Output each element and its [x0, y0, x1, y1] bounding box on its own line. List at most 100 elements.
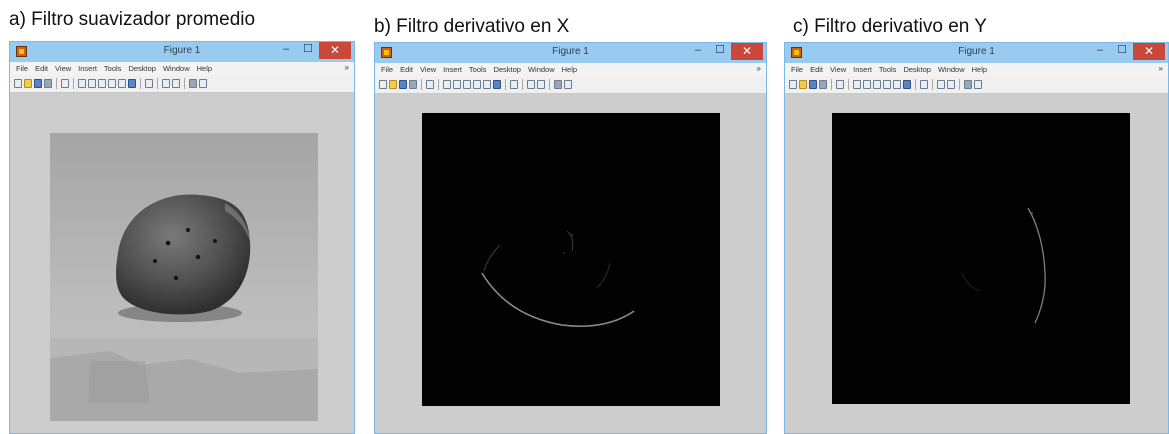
menu-window[interactable]: Window: [938, 65, 965, 74]
menu-help[interactable]: Help: [562, 65, 577, 74]
brush-icon[interactable]: [903, 80, 911, 89]
close-button[interactable]: ✕: [319, 42, 351, 59]
minimize-button[interactable]: –: [275, 42, 297, 58]
figure-window-b: Figure 1 – ☐ ✕ File Edit View Insert Too…: [374, 42, 767, 434]
zoom-out-icon[interactable]: [88, 79, 96, 88]
close-button[interactable]: ✕: [731, 43, 763, 60]
data-cursor-icon[interactable]: [483, 80, 491, 89]
menu-insert[interactable]: Insert: [853, 65, 872, 74]
title-bar[interactable]: Figure 1 – ☐ ✕: [10, 42, 354, 62]
toolbar-separator: [932, 79, 933, 90]
maximize-button[interactable]: ☐: [709, 43, 731, 59]
legend-icon[interactable]: [947, 80, 955, 89]
edit-plot-icon[interactable]: [426, 80, 434, 89]
zoom-in-icon[interactable]: [443, 80, 451, 89]
minimize-button[interactable]: –: [687, 43, 709, 59]
menu-insert[interactable]: Insert: [78, 64, 97, 73]
print-icon[interactable]: [409, 80, 417, 89]
maximize-button[interactable]: ☐: [1111, 43, 1133, 59]
new-figure-icon[interactable]: [379, 80, 387, 89]
colorbar-icon[interactable]: [937, 80, 945, 89]
menu-overflow-icon[interactable]: »: [757, 64, 761, 73]
menu-window[interactable]: Window: [163, 64, 190, 73]
menu-view[interactable]: View: [55, 64, 71, 73]
link-plot-icon[interactable]: [920, 80, 928, 89]
toolbar: [785, 76, 1168, 94]
close-button[interactable]: ✕: [1133, 43, 1165, 60]
toolbar-separator: [140, 78, 141, 89]
y-derivative-image: [832, 113, 1130, 404]
caption-a: a) Filtro suavizador promedio: [9, 9, 256, 30]
menu-desktop[interactable]: Desktop: [128, 64, 156, 73]
data-cursor-icon[interactable]: [893, 80, 901, 89]
menu-help[interactable]: Help: [197, 64, 212, 73]
new-figure-icon[interactable]: [789, 80, 797, 89]
rotate-3d-icon[interactable]: [883, 80, 891, 89]
menu-edit[interactable]: Edit: [35, 64, 48, 73]
menu-edit[interactable]: Edit: [400, 65, 413, 74]
edit-plot-icon[interactable]: [61, 79, 69, 88]
menu-tools[interactable]: Tools: [879, 65, 897, 74]
rotate-3d-icon[interactable]: [473, 80, 481, 89]
show-plot-tools-icon[interactable]: [974, 80, 982, 89]
maximize-button[interactable]: ☐: [297, 42, 319, 58]
data-cursor-icon[interactable]: [118, 79, 126, 88]
toolbar-separator: [56, 78, 57, 89]
open-file-icon[interactable]: [799, 80, 807, 89]
menu-file[interactable]: File: [791, 65, 803, 74]
save-icon[interactable]: [399, 80, 407, 89]
menu-desktop[interactable]: Desktop: [903, 65, 931, 74]
menu-tools[interactable]: Tools: [469, 65, 487, 74]
colorbar-icon[interactable]: [162, 79, 170, 88]
menu-window[interactable]: Window: [528, 65, 555, 74]
link-plot-icon[interactable]: [145, 79, 153, 88]
menu-file[interactable]: File: [16, 64, 28, 73]
menu-edit[interactable]: Edit: [810, 65, 823, 74]
menu-overflow-icon[interactable]: »: [1159, 64, 1163, 73]
menu-view[interactable]: View: [830, 65, 846, 74]
new-figure-icon[interactable]: [14, 79, 22, 88]
menu-help[interactable]: Help: [972, 65, 987, 74]
brush-icon[interactable]: [128, 79, 136, 88]
print-icon[interactable]: [819, 80, 827, 89]
pan-icon[interactable]: [98, 79, 106, 88]
print-icon[interactable]: [44, 79, 52, 88]
menu-bar: File Edit View Insert Tools Desktop Wind…: [10, 62, 354, 75]
hide-plot-tools-icon[interactable]: [189, 79, 197, 88]
zoom-out-icon[interactable]: [453, 80, 461, 89]
x-derivative-image: [422, 113, 720, 406]
open-file-icon[interactable]: [24, 79, 32, 88]
zoom-in-icon[interactable]: [78, 79, 86, 88]
menu-desktop[interactable]: Desktop: [493, 65, 521, 74]
menu-view[interactable]: View: [420, 65, 436, 74]
pan-icon[interactable]: [463, 80, 471, 89]
colorbar-icon[interactable]: [527, 80, 535, 89]
caption-b: b) Filtro derivativo en X: [374, 16, 570, 37]
show-plot-tools-icon[interactable]: [564, 80, 572, 89]
zoom-out-icon[interactable]: [863, 80, 871, 89]
save-icon[interactable]: [34, 79, 42, 88]
open-file-icon[interactable]: [389, 80, 397, 89]
menu-file[interactable]: File: [381, 65, 393, 74]
edit-plot-icon[interactable]: [836, 80, 844, 89]
pan-icon[interactable]: [873, 80, 881, 89]
figure-window-a: Figure 1 – ☐ ✕ File Edit View Insert Too…: [9, 41, 355, 434]
menu-insert[interactable]: Insert: [443, 65, 462, 74]
zoom-in-icon[interactable]: [853, 80, 861, 89]
toolbar: [375, 76, 766, 94]
hide-plot-tools-icon[interactable]: [964, 80, 972, 89]
title-bar[interactable]: Figure 1 – ☐ ✕: [375, 43, 766, 63]
menu-tools[interactable]: Tools: [104, 64, 122, 73]
minimize-button[interactable]: –: [1089, 43, 1111, 59]
smoothed-image: [50, 133, 318, 421]
brush-icon[interactable]: [493, 80, 501, 89]
legend-icon[interactable]: [172, 79, 180, 88]
rotate-3d-icon[interactable]: [108, 79, 116, 88]
title-bar[interactable]: Figure 1 – ☐ ✕: [785, 43, 1168, 63]
hide-plot-tools-icon[interactable]: [554, 80, 562, 89]
menu-overflow-icon[interactable]: »: [345, 63, 349, 72]
save-icon[interactable]: [809, 80, 817, 89]
show-plot-tools-icon[interactable]: [199, 79, 207, 88]
legend-icon[interactable]: [537, 80, 545, 89]
link-plot-icon[interactable]: [510, 80, 518, 89]
